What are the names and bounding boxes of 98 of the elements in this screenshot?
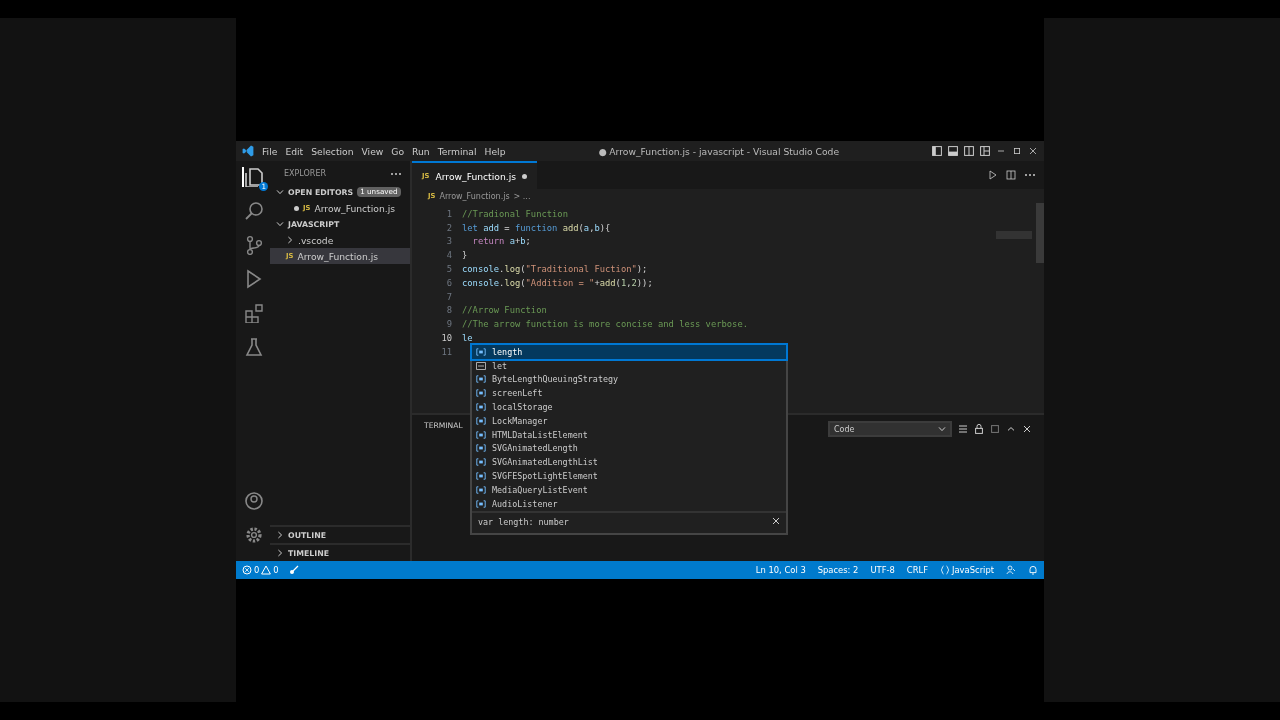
line-ending-setting[interactable]: CRLF: [906, 565, 928, 575]
variable-icon: [476, 389, 486, 398]
variable-icon: [476, 416, 486, 425]
close-icon[interactable]: [1028, 146, 1038, 156]
suggestion-item[interactable]: localStorage: [472, 400, 786, 414]
indentation-setting[interactable]: Spaces: 2: [817, 565, 859, 575]
line-number: 11: [440, 346, 453, 357]
chevron-right-icon[interactable]: [276, 531, 284, 539]
encoding-setting[interactable]: UTF-8: [870, 565, 895, 575]
suggestion-item[interactable]: LockManager: [472, 414, 786, 428]
notification-badge: 1: [259, 182, 268, 191]
variable-icon: [476, 458, 486, 467]
account-icon[interactable]: [244, 491, 264, 511]
line-number: 6: [445, 277, 453, 288]
run-icon[interactable]: [988, 170, 998, 180]
code-line: console.log("Traditional Fuction");: [462, 264, 648, 275]
code-line: //Arrow Function: [462, 305, 547, 316]
menu-item[interactable]: Run: [412, 145, 430, 157]
close-icon[interactable]: [772, 516, 780, 525]
line-number: 10: [440, 333, 453, 344]
flask-icon[interactable]: [244, 337, 264, 357]
chevron-down-icon[interactable]: [276, 220, 284, 228]
lock-icon[interactable]: [974, 424, 984, 434]
folder-tree-row[interactable]: .vscode: [270, 232, 410, 248]
sidebar-toggle-icon[interactable]: [932, 146, 942, 156]
code-line: console.log("Addition = "+add(1,2));: [462, 277, 653, 288]
chevron-up-icon[interactable]: [1006, 424, 1016, 434]
line-number: 5: [445, 264, 453, 275]
more-icon[interactable]: [1024, 173, 1036, 177]
variable-icon: [476, 375, 486, 384]
suggestion-item[interactable]: SVGAnimatedLength: [472, 441, 786, 456]
menu-item[interactable]: File: [262, 145, 278, 157]
suggestion-item[interactable]: AudioListener: [472, 496, 786, 511]
code-line: //Tradional Function: [462, 208, 568, 219]
suggestion-item[interactable]: SVGFESpotLightElement: [472, 469, 786, 483]
variable-icon: [476, 444, 486, 453]
keyword-icon: [476, 361, 486, 370]
problems-indicator[interactable]: 0 0: [242, 565, 279, 575]
variable-icon: [476, 403, 486, 412]
line-number: 7: [445, 291, 453, 302]
menu-item[interactable]: Terminal: [437, 145, 477, 157]
app-logo-icon: [242, 145, 254, 157]
menu-item[interactable]: Help: [484, 145, 506, 157]
line-number: 4: [445, 250, 453, 261]
menu-item[interactable]: Go: [391, 145, 405, 157]
code-line: //The arrow function is more concise and less verbose.: [462, 319, 748, 330]
suggestion-item[interactable]: let: [472, 358, 786, 373]
variable-icon: [476, 472, 486, 481]
line-number: 1: [445, 208, 453, 219]
extensions-icon[interactable]: [244, 303, 264, 323]
code-line: le: [462, 333, 473, 344]
maximize-icon[interactable]: [1012, 146, 1022, 156]
line-number: 2: [445, 222, 453, 233]
chevron-right-icon[interactable]: [276, 549, 284, 557]
panel-toggle-icon[interactable]: [948, 146, 958, 156]
more-icon[interactable]: [390, 171, 402, 176]
line-number: 8: [445, 305, 453, 316]
split-layout-icon[interactable]: [964, 146, 974, 156]
close-icon[interactable]: [1022, 424, 1032, 434]
cursor-position[interactable]: Ln 10, Col 3: [755, 565, 806, 575]
variable-icon: [476, 430, 486, 439]
suggestion-item[interactable]: MediaQueryListEvent: [472, 482, 786, 497]
suggestion-item[interactable]: ByteLengthQueuingStrategy: [472, 372, 786, 387]
braces-icon: [940, 565, 950, 575]
split-editor-icon[interactable]: [1006, 170, 1016, 180]
line-number: 3: [445, 236, 453, 247]
chevron-down-icon[interactable]: [276, 188, 284, 196]
chevron-right-icon[interactable]: [286, 236, 294, 244]
code-line: let add = function add(a,b){: [462, 222, 611, 233]
menu-item[interactable]: View: [361, 145, 384, 157]
layout-icon[interactable]: [980, 146, 990, 156]
suggestion-detail: var length: number: [478, 516, 569, 527]
suggestion-item[interactable]: screenLeft: [472, 386, 786, 401]
scrollbar[interactable]: [1036, 203, 1044, 263]
code-line: return a+b;: [471, 236, 531, 247]
settings-icon[interactable]: [244, 525, 264, 545]
suggestion-item[interactable]: length: [472, 345, 786, 359]
search-icon[interactable]: [244, 201, 264, 221]
suggestion-item[interactable]: HTMLDataListElement: [472, 427, 786, 442]
files-icon[interactable]: [244, 167, 264, 187]
variable-icon: [476, 347, 486, 356]
menu-item[interactable]: Selection: [311, 145, 354, 157]
variable-icon: [476, 485, 486, 494]
suggestion-item[interactable]: SVGAnimatedLengthList: [472, 455, 786, 470]
branch-icon[interactable]: [244, 235, 264, 255]
variable-icon: [476, 499, 486, 508]
square-icon[interactable]: [990, 424, 1000, 434]
language-mode[interactable]: JavaScript: [940, 565, 994, 575]
unsaved-count: 1 unsaved: [357, 187, 401, 197]
chevron-down-icon: [938, 425, 946, 433]
line-number: 9: [445, 319, 453, 330]
bell-icon[interactable]: [1028, 565, 1038, 575]
error-icon: [242, 565, 252, 575]
warning-icon: [261, 565, 272, 575]
menu-item[interactable]: Edit: [285, 145, 304, 157]
code-line: }: [462, 250, 468, 261]
window-title: ● Arrow_Function.js - javascript - Visual Studio Code: [597, 145, 841, 157]
list-icon[interactable]: [958, 424, 968, 434]
